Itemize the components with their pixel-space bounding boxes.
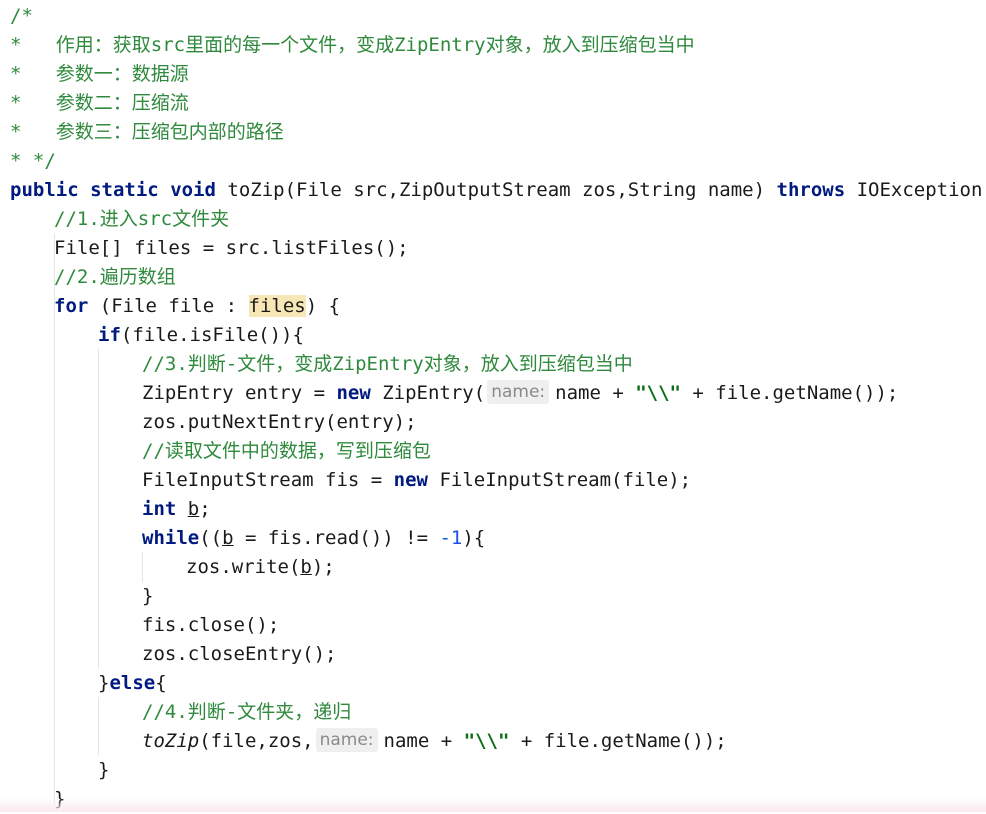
code-text: IOException { — [856, 179, 983, 201]
comment: //读取文件中的数据，写到压缩包 — [142, 440, 431, 462]
code-text: ZipEntry( — [370, 382, 486, 404]
variable: b — [187, 498, 200, 520]
code-line: }else{ — [10, 669, 986, 698]
code-line: //2.遍历数组 — [10, 263, 986, 292]
string-literal: "\\" — [463, 730, 510, 752]
code-text: ; — [199, 498, 211, 520]
code-line: zos.putNextEntry(entry); — [10, 408, 986, 437]
keyword: new — [393, 469, 428, 491]
code-line: zos.write(b); — [10, 553, 986, 582]
code-text: ZipEntry entry = — [142, 382, 337, 404]
keyword: while — [142, 527, 200, 549]
keyword: for — [54, 295, 89, 317]
code-text: (( — [199, 527, 223, 549]
comment: * 参数三：压缩包内部的路径 — [10, 121, 284, 143]
code-line: * */ — [10, 147, 986, 176]
code-line: FileInputStream fis = new FileInputStrea… — [10, 466, 986, 495]
code-text: } — [98, 672, 110, 694]
code-line: for (File file : files) { — [10, 292, 986, 321]
code-line: //读取文件中的数据，写到压缩包 — [10, 437, 986, 466]
code-text: zos.write( — [186, 556, 301, 578]
code-text: FileInputStream fis = — [142, 469, 394, 491]
code-block[interactable]: /* * 作用：获取src里面的每一个文件，变成ZipEntry对象，放入到压缩… — [10, 2, 986, 814]
code-text: File[] files = src.listFiles(); — [54, 237, 409, 259]
code-text: name + — [383, 730, 464, 752]
comment: //2.遍历数组 — [54, 266, 176, 288]
code-text: + file.getName()); — [509, 730, 727, 752]
code-line: while((b = fis.read()) != -1){ — [10, 524, 986, 553]
comment: * 参数一：数据源 — [10, 63, 189, 85]
keyword: if — [98, 324, 121, 346]
string-literal: "\\" — [635, 382, 681, 404]
code-line: } — [10, 756, 986, 785]
parameter-hint: name: — [315, 728, 378, 752]
code-editor[interactable]: /* * 作用：获取src里面的每一个文件，变成ZipEntry对象，放入到压缩… — [0, 0, 986, 812]
code-line: //3.判断-文件，变成ZipEntry对象，放入到压缩包当中 — [10, 350, 986, 379]
comment: /* — [10, 5, 33, 27]
comment: * 参数二：压缩流 — [10, 92, 189, 114]
code-line: //1.进入src文件夹 — [10, 205, 986, 234]
method-signature: toZip(File src,ZipOutputStream zos,Strin… — [227, 179, 766, 201]
code-text: zos.putNextEntry(entry); — [142, 411, 417, 433]
code-text: zos.closeEntry(); — [142, 643, 337, 665]
comment: * 作用：获取src里面的每一个文件，变成ZipEntry对象，放入到压缩包当中 — [10, 34, 695, 56]
keyword: void — [170, 179, 216, 201]
code-line: } — [10, 582, 986, 611]
code-line: File[] files = src.listFiles(); — [10, 234, 986, 263]
code-line: * 参数三：压缩包内部的路径 — [10, 118, 986, 147]
code-line: * 作用：获取src里面的每一个文件，变成ZipEntry对象，放入到压缩包当中 — [10, 31, 986, 60]
code-text: (File file : — [99, 295, 249, 317]
code-text: { — [155, 672, 167, 694]
code-text: = fis.read()) != — [233, 527, 440, 549]
code-line: if(file.isFile()){ — [10, 321, 986, 350]
highlighted-identifier[interactable]: files — [248, 295, 306, 317]
number-literal: -1 — [439, 527, 463, 549]
keyword: int — [142, 498, 177, 520]
code-line: toZip(file,zos, name: name + "\\" + file.g… — [10, 727, 986, 756]
code-text: name + — [555, 382, 636, 404]
code-text: + file.getName()); — [680, 382, 899, 404]
code-text: fis.close(); — [142, 614, 280, 636]
code-text: (file,zos, — [199, 730, 314, 752]
variable: b — [222, 527, 234, 549]
keyword: throws — [776, 179, 846, 201]
keyword: new — [336, 382, 371, 404]
code-line: int b; — [10, 495, 986, 524]
method-call: toZip — [142, 730, 200, 752]
code-line: * 参数一：数据源 — [10, 60, 986, 89]
method-signature-line: public static void toZip(File src,ZipOut… — [10, 176, 986, 205]
code-text: } — [142, 585, 154, 607]
variable: b — [300, 556, 312, 578]
keyword: static — [90, 179, 159, 201]
keyword: else — [109, 672, 156, 694]
code-line: * 参数二：压缩流 — [10, 89, 986, 118]
code-line: /* — [10, 2, 986, 31]
code-text: } — [98, 759, 110, 781]
code-text: (file.isFile()){ — [120, 324, 304, 346]
code-text: ) { — [305, 295, 341, 317]
bottom-edge — [0, 798, 986, 812]
comment: * */ — [10, 150, 56, 172]
code-text: FileInputStream(file); — [428, 469, 692, 491]
comment: //3.判断-文件，变成ZipEntry对象，放入到压缩包当中 — [142, 353, 633, 375]
code-text: ); — [311, 556, 335, 578]
code-line: //4.判断-文件夹，递归 — [10, 698, 986, 727]
comment: //1.进入src文件夹 — [54, 208, 230, 230]
code-text: ){ — [462, 527, 486, 549]
keyword: public — [10, 179, 79, 201]
code-line: zos.closeEntry(); — [10, 640, 986, 669]
code-line: ZipEntry entry = new ZipEntry(name: name … — [10, 379, 986, 408]
comment: //4.判断-文件夹，递归 — [142, 701, 352, 723]
code-line: fis.close(); — [10, 611, 986, 640]
parameter-hint: name: — [487, 380, 550, 404]
